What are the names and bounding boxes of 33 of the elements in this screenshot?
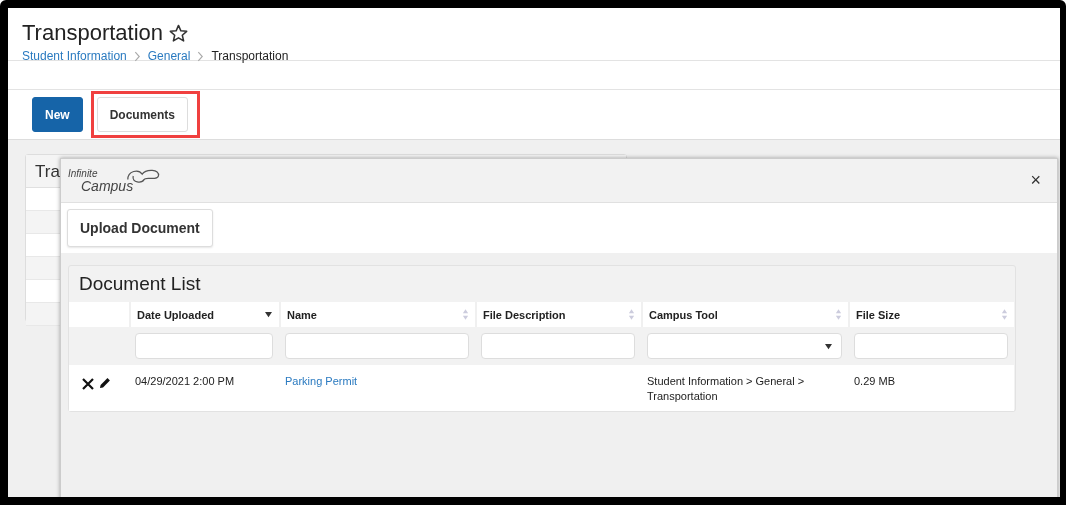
column-header[interactable]: File Description xyxy=(475,302,641,327)
breadcrumb-link[interactable]: Student Information xyxy=(22,49,127,63)
panel-title: Document List xyxy=(78,272,202,296)
cell-text: Student Information > General > Transportation xyxy=(647,374,806,404)
column-header[interactable]: File Size xyxy=(848,302,1014,327)
logo: Infinite Campus xyxy=(68,168,164,193)
upload-document-button[interactable]: Upload Document xyxy=(67,209,213,247)
panel-title: Tra xyxy=(35,162,60,181)
edit-pencil-icon[interactable] xyxy=(99,377,111,389)
column-header[interactable]: Date Uploaded xyxy=(129,302,279,327)
toolbar-button[interactable]: Documents xyxy=(96,97,189,132)
toolbar-button[interactable]: New xyxy=(32,97,83,132)
filter-dropdown[interactable] xyxy=(647,333,842,359)
page-title: Transportation xyxy=(22,20,164,46)
favorite-star-icon[interactable] xyxy=(169,23,189,43)
column-header[interactable]: Campus Tool xyxy=(641,302,848,327)
cell-text: 04/29/2021 2:00 PM xyxy=(135,374,235,389)
column-header[interactable]: Name xyxy=(279,302,475,327)
chevron-icon xyxy=(133,50,141,62)
dropdown-arrow-icon xyxy=(824,342,833,350)
breadcrumb-link[interactable]: General xyxy=(147,49,191,63)
cell-text: 0.29 MB xyxy=(854,374,895,389)
filter-field[interactable] xyxy=(481,333,635,359)
column-header xyxy=(69,302,129,327)
filter-field[interactable] xyxy=(285,333,469,359)
chevron-icon xyxy=(197,50,205,62)
sort-icon[interactable] xyxy=(264,311,273,318)
filter-field[interactable] xyxy=(854,333,1008,359)
document-link[interactable]: Parking Permit xyxy=(285,374,358,389)
close-button[interactable]: × xyxy=(1026,170,1045,191)
delete-icon[interactable] xyxy=(81,377,95,391)
breadcrumb-current: Transportation xyxy=(211,49,289,63)
filter-field[interactable] xyxy=(135,333,273,359)
